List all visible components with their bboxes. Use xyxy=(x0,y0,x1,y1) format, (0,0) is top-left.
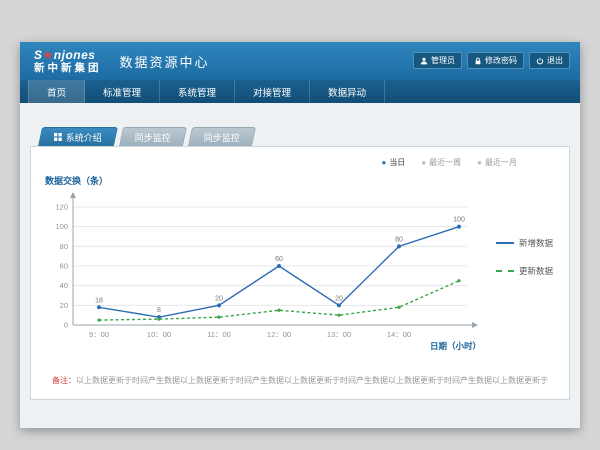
tab-sync-monitor-1[interactable]: 同步监控 xyxy=(119,127,187,146)
main-nav: 首页 标准管理 系统管理 对接管理 数据异动 xyxy=(20,80,580,103)
svg-text:40: 40 xyxy=(60,281,68,290)
svg-text:14：00: 14：00 xyxy=(387,330,411,339)
svg-text:80: 80 xyxy=(60,242,68,251)
dot-icon: ● xyxy=(381,159,386,167)
logout-button[interactable]: 退出 xyxy=(529,52,570,69)
svg-text:120: 120 xyxy=(55,203,68,212)
filter-last-week[interactable]: ●最近一周 xyxy=(421,157,461,168)
line-sample-dashed xyxy=(496,270,514,272)
tab-label: 同步监控 xyxy=(204,131,240,144)
legend-label: 更新数据 xyxy=(519,265,553,277)
svg-text:100: 100 xyxy=(55,222,68,231)
legend-label: 新增数据 xyxy=(519,237,553,249)
svg-text:日期（小时）: 日期（小时） xyxy=(430,341,481,351)
footnote-text: 以上数据更新于时间产生数据以上数据更新于时间产生数据以上数据更新于时间产生数据以… xyxy=(76,376,548,385)
admin-user-label: 管理员 xyxy=(431,55,455,66)
svg-text:80: 80 xyxy=(395,236,403,243)
svg-text:20: 20 xyxy=(215,295,223,302)
svg-text:20: 20 xyxy=(335,295,343,302)
tab-system-intro[interactable]: 系统介绍 xyxy=(38,127,118,146)
logout-label: 退出 xyxy=(547,55,563,66)
svg-text:12：00: 12：00 xyxy=(267,330,291,339)
page-title: 数据资源中心 xyxy=(120,52,210,71)
svg-text:10：00: 10：00 xyxy=(147,330,171,339)
app-header: S★njones 新中新集团 数据资源中心 管理员 修改密码 退出 xyxy=(20,42,580,80)
chart-panel: ●当日 ●最近一周 ●最近一月 数据交换（条） 0 20 40 60 80 100 120 9… xyxy=(30,146,570,400)
svg-text:60: 60 xyxy=(60,262,68,271)
grid-icon xyxy=(54,133,62,141)
filter-last-month[interactable]: ●最近一月 xyxy=(477,157,517,168)
svg-text:60: 60 xyxy=(275,256,283,263)
company-logo: S★njones 新中新集团 xyxy=(34,49,102,74)
y-axis-title: 数据交换（条） xyxy=(45,174,559,187)
logo-star-icon: ★ xyxy=(43,48,54,62)
desktop-background: { "header": { "logo": { "part1": "S", "s… xyxy=(0,0,600,450)
svg-text:9：00: 9：00 xyxy=(89,330,109,339)
admin-user-button[interactable]: 管理员 xyxy=(413,52,462,69)
svg-text:11：00: 11：00 xyxy=(207,330,231,339)
legend-item-updated-data: 更新数据 xyxy=(496,265,559,277)
chart-series-legend: 新增数据 更新数据 xyxy=(496,237,559,359)
logo-wordmark: S★njones xyxy=(34,49,102,61)
tab-sync-monitor-2[interactable]: 同步监控 xyxy=(188,127,256,146)
svg-text:20: 20 xyxy=(60,301,68,310)
line-chart: 0 20 40 60 80 100 120 9：00 10：00 11：00 12：00 13：00 1… xyxy=(41,189,496,359)
time-filter-legend: ●当日 ●最近一周 ●最近一月 xyxy=(41,157,517,168)
person-icon xyxy=(420,57,428,65)
change-password-label: 修改密码 xyxy=(485,55,517,66)
footnote: 备注：以上数据更新于时间产生数据以上数据更新于时间产生数据以上数据更新于时间产生… xyxy=(41,375,559,386)
power-icon xyxy=(536,57,544,65)
svg-text:13：00: 13：00 xyxy=(327,330,351,339)
nav-item-home[interactable]: 首页 xyxy=(28,80,85,103)
nav-item-data-change[interactable]: 数据异动 xyxy=(310,80,385,103)
nav-item-system-mgmt[interactable]: 系统管理 xyxy=(160,80,235,103)
chart-row: 0 20 40 60 80 100 120 9：00 10：00 11：00 12：00 13：00 1… xyxy=(41,189,559,359)
filter-today[interactable]: ●当日 xyxy=(381,157,405,168)
svg-text:8: 8 xyxy=(157,307,161,314)
dot-icon: ● xyxy=(477,159,482,167)
content-area: 系统介绍 同步监控 同步监控 ●当日 ●最近一周 ●最近一月 数据交换（条） 0… xyxy=(20,103,580,428)
dot-icon: ● xyxy=(421,159,426,167)
footnote-prefix: 备注： xyxy=(52,376,76,385)
svg-text:0: 0 xyxy=(64,321,68,330)
lock-icon xyxy=(474,57,482,65)
tab-bar: 系统介绍 同步监控 同步监控 xyxy=(40,127,580,146)
app-window: S★njones 新中新集团 数据资源中心 管理员 修改密码 退出 首页 标准管… xyxy=(20,42,580,428)
svg-text:18: 18 xyxy=(95,297,103,304)
line-sample-solid xyxy=(496,242,514,244)
header-actions: 管理员 修改密码 退出 xyxy=(413,52,570,69)
company-name: 新中新集团 xyxy=(34,63,102,74)
change-password-button[interactable]: 修改密码 xyxy=(467,52,524,69)
legend-item-new-data: 新增数据 xyxy=(496,237,559,249)
nav-item-standard-mgmt[interactable]: 标准管理 xyxy=(85,80,160,103)
nav-item-connection-mgmt[interactable]: 对接管理 xyxy=(235,80,310,103)
svg-text:100: 100 xyxy=(453,217,465,224)
tab-label: 同步监控 xyxy=(135,131,171,144)
tab-label: 系统介绍 xyxy=(66,131,102,144)
